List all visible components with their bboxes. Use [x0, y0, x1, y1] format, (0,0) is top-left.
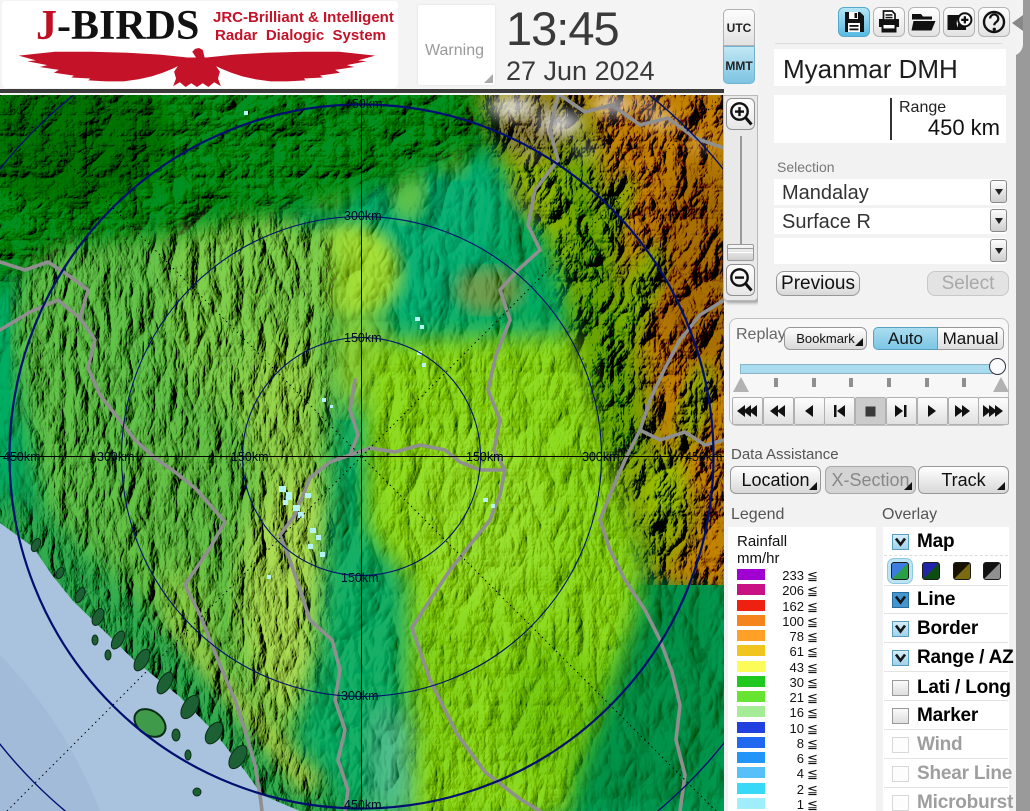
svg-text:300km: 300km: [344, 209, 382, 223]
svg-text:300km: 300km: [341, 689, 379, 703]
svg-text:150km: 150km: [341, 571, 379, 585]
svg-text:150km: 150km: [344, 331, 382, 345]
svg-text:300km: 300km: [582, 450, 620, 464]
svg-text:150km: 150km: [466, 450, 504, 464]
svg-text:300km: 300km: [97, 450, 135, 464]
svg-text:450km: 450km: [344, 798, 382, 811]
svg-text:450km: 450km: [685, 450, 723, 464]
svg-text:150km: 150km: [231, 450, 269, 464]
svg-text:450km: 450km: [345, 97, 383, 111]
svg-text:450km: 450km: [3, 450, 41, 464]
